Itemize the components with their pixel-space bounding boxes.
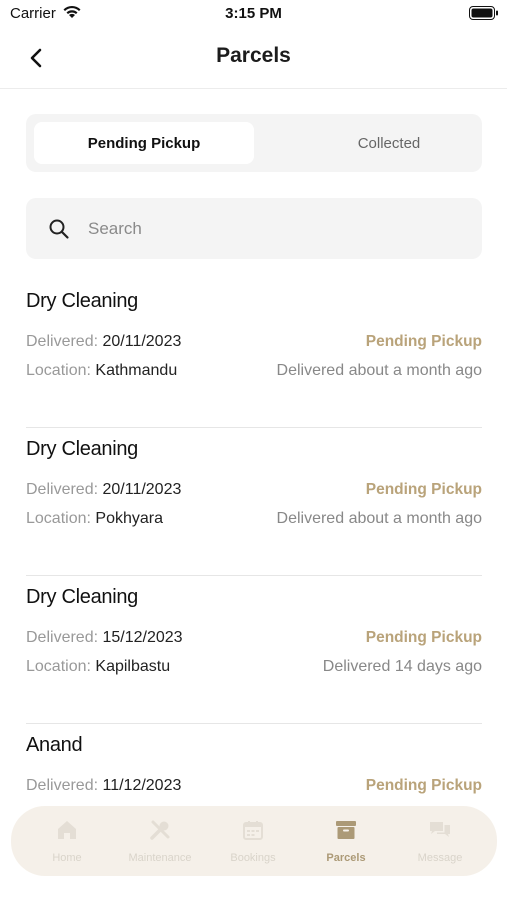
nav-bar: Parcels [0,30,507,89]
location-row: Location: Kathmandu [26,362,177,380]
delivered-date: 15/12/2023 [102,629,183,646]
segmented-control: Pending Pickup Collected [26,114,482,172]
location-label: Location: [26,362,91,379]
delivered-row: Delivered: 20/11/2023 [26,481,181,499]
delivered-label: Delivered: [26,481,99,498]
home-icon [58,821,76,839]
parcel-name: Dry Cleaning [26,438,139,460]
location-label: Location: [26,658,91,675]
search-bar [26,198,482,259]
status-bar: Carrier 3:15 PM [0,0,507,28]
segment-collected[interactable]: Collected [279,122,499,164]
location-value: Kapilbastu [95,658,171,675]
delivered-ago: Delivered 14 days ago [323,658,482,676]
parcel-name: Anand [26,734,83,756]
parcel-item[interactable]: Dry Cleaning Delivered: 20/11/2023 Locat… [26,428,482,576]
status-badge: Pending Pickup [365,333,482,350]
search-input[interactable] [86,212,460,246]
delivered-date: 20/11/2023 [102,481,182,498]
parcel-name: Dry Cleaning [26,586,139,608]
parcel-item[interactable]: Dry Cleaning Delivered: 15/12/2023 Locat… [26,576,482,724]
parcel-name: Dry Cleaning [26,290,139,312]
tab-label: Bookings [230,852,276,864]
delivered-date: 20/11/2023 [102,333,182,350]
tab-label: Home [52,852,82,864]
delivered-label: Delivered: [26,333,99,350]
delivered-row: Delivered: 20/11/2023 [26,333,181,351]
segment-pending-pickup[interactable]: Pending Pickup [34,122,254,164]
location-row: Location: Kapilbastu [26,658,170,676]
clock: 3:15 PM [225,5,282,22]
delivered-ago-label: Delivered [322,658,391,675]
location-value: Pokhyara [95,510,163,527]
status-badge: Pending Pickup [365,481,482,498]
chat-icon [430,822,450,837]
tab-bar: Home Maintenance Bookings Parcels Messag… [11,806,497,876]
location-label: Location: [26,510,91,527]
parcel-list: Dry Cleaning Delivered: 20/11/2023 Locat… [26,280,482,872]
delivered-ago-value: about a month ago [348,510,482,527]
tools-icon [150,820,170,840]
delivered-label: Delivered: [26,777,99,794]
status-badge: Pending Pickup [365,629,482,646]
delivered-ago-value: 14 days ago [394,658,482,675]
battery-icon [469,6,498,20]
box-icon [336,821,356,839]
status-badge: Pending Pickup [365,777,482,794]
delivered-ago: Delivered about a month ago [277,362,482,380]
delivered-ago: Delivered about a month ago [277,510,482,528]
tab-home[interactable]: Home [21,806,113,876]
delivered-ago-label: Delivered [276,510,345,527]
tab-label: Maintenance [128,852,192,864]
tab-message[interactable]: Message [394,806,486,876]
delivered-label: Delivered: [26,629,99,646]
delivered-row: Delivered: 11/12/2023 [26,777,181,795]
tab-parcels[interactable]: Parcels [300,806,392,876]
tab-maintenance[interactable]: Maintenance [114,806,206,876]
location-row: Location: Pokhyara [26,510,163,528]
search-icon [49,219,69,239]
page-title: Parcels [216,44,291,67]
delivered-date: 11/12/2023 [102,777,182,794]
tab-bookings[interactable]: Bookings [207,806,299,876]
location-value: Kathmandu [95,362,178,379]
tab-label: Parcels [326,852,366,864]
tab-label: Message [417,852,463,864]
calendar-icon [243,821,263,840]
delivered-ago-label: Delivered [276,362,345,379]
delivered-ago-value: about a month ago [348,362,482,379]
delivered-row: Delivered: 15/12/2023 [26,629,183,647]
parcel-item[interactable]: Dry Cleaning Delivered: 20/11/2023 Locat… [26,280,482,428]
